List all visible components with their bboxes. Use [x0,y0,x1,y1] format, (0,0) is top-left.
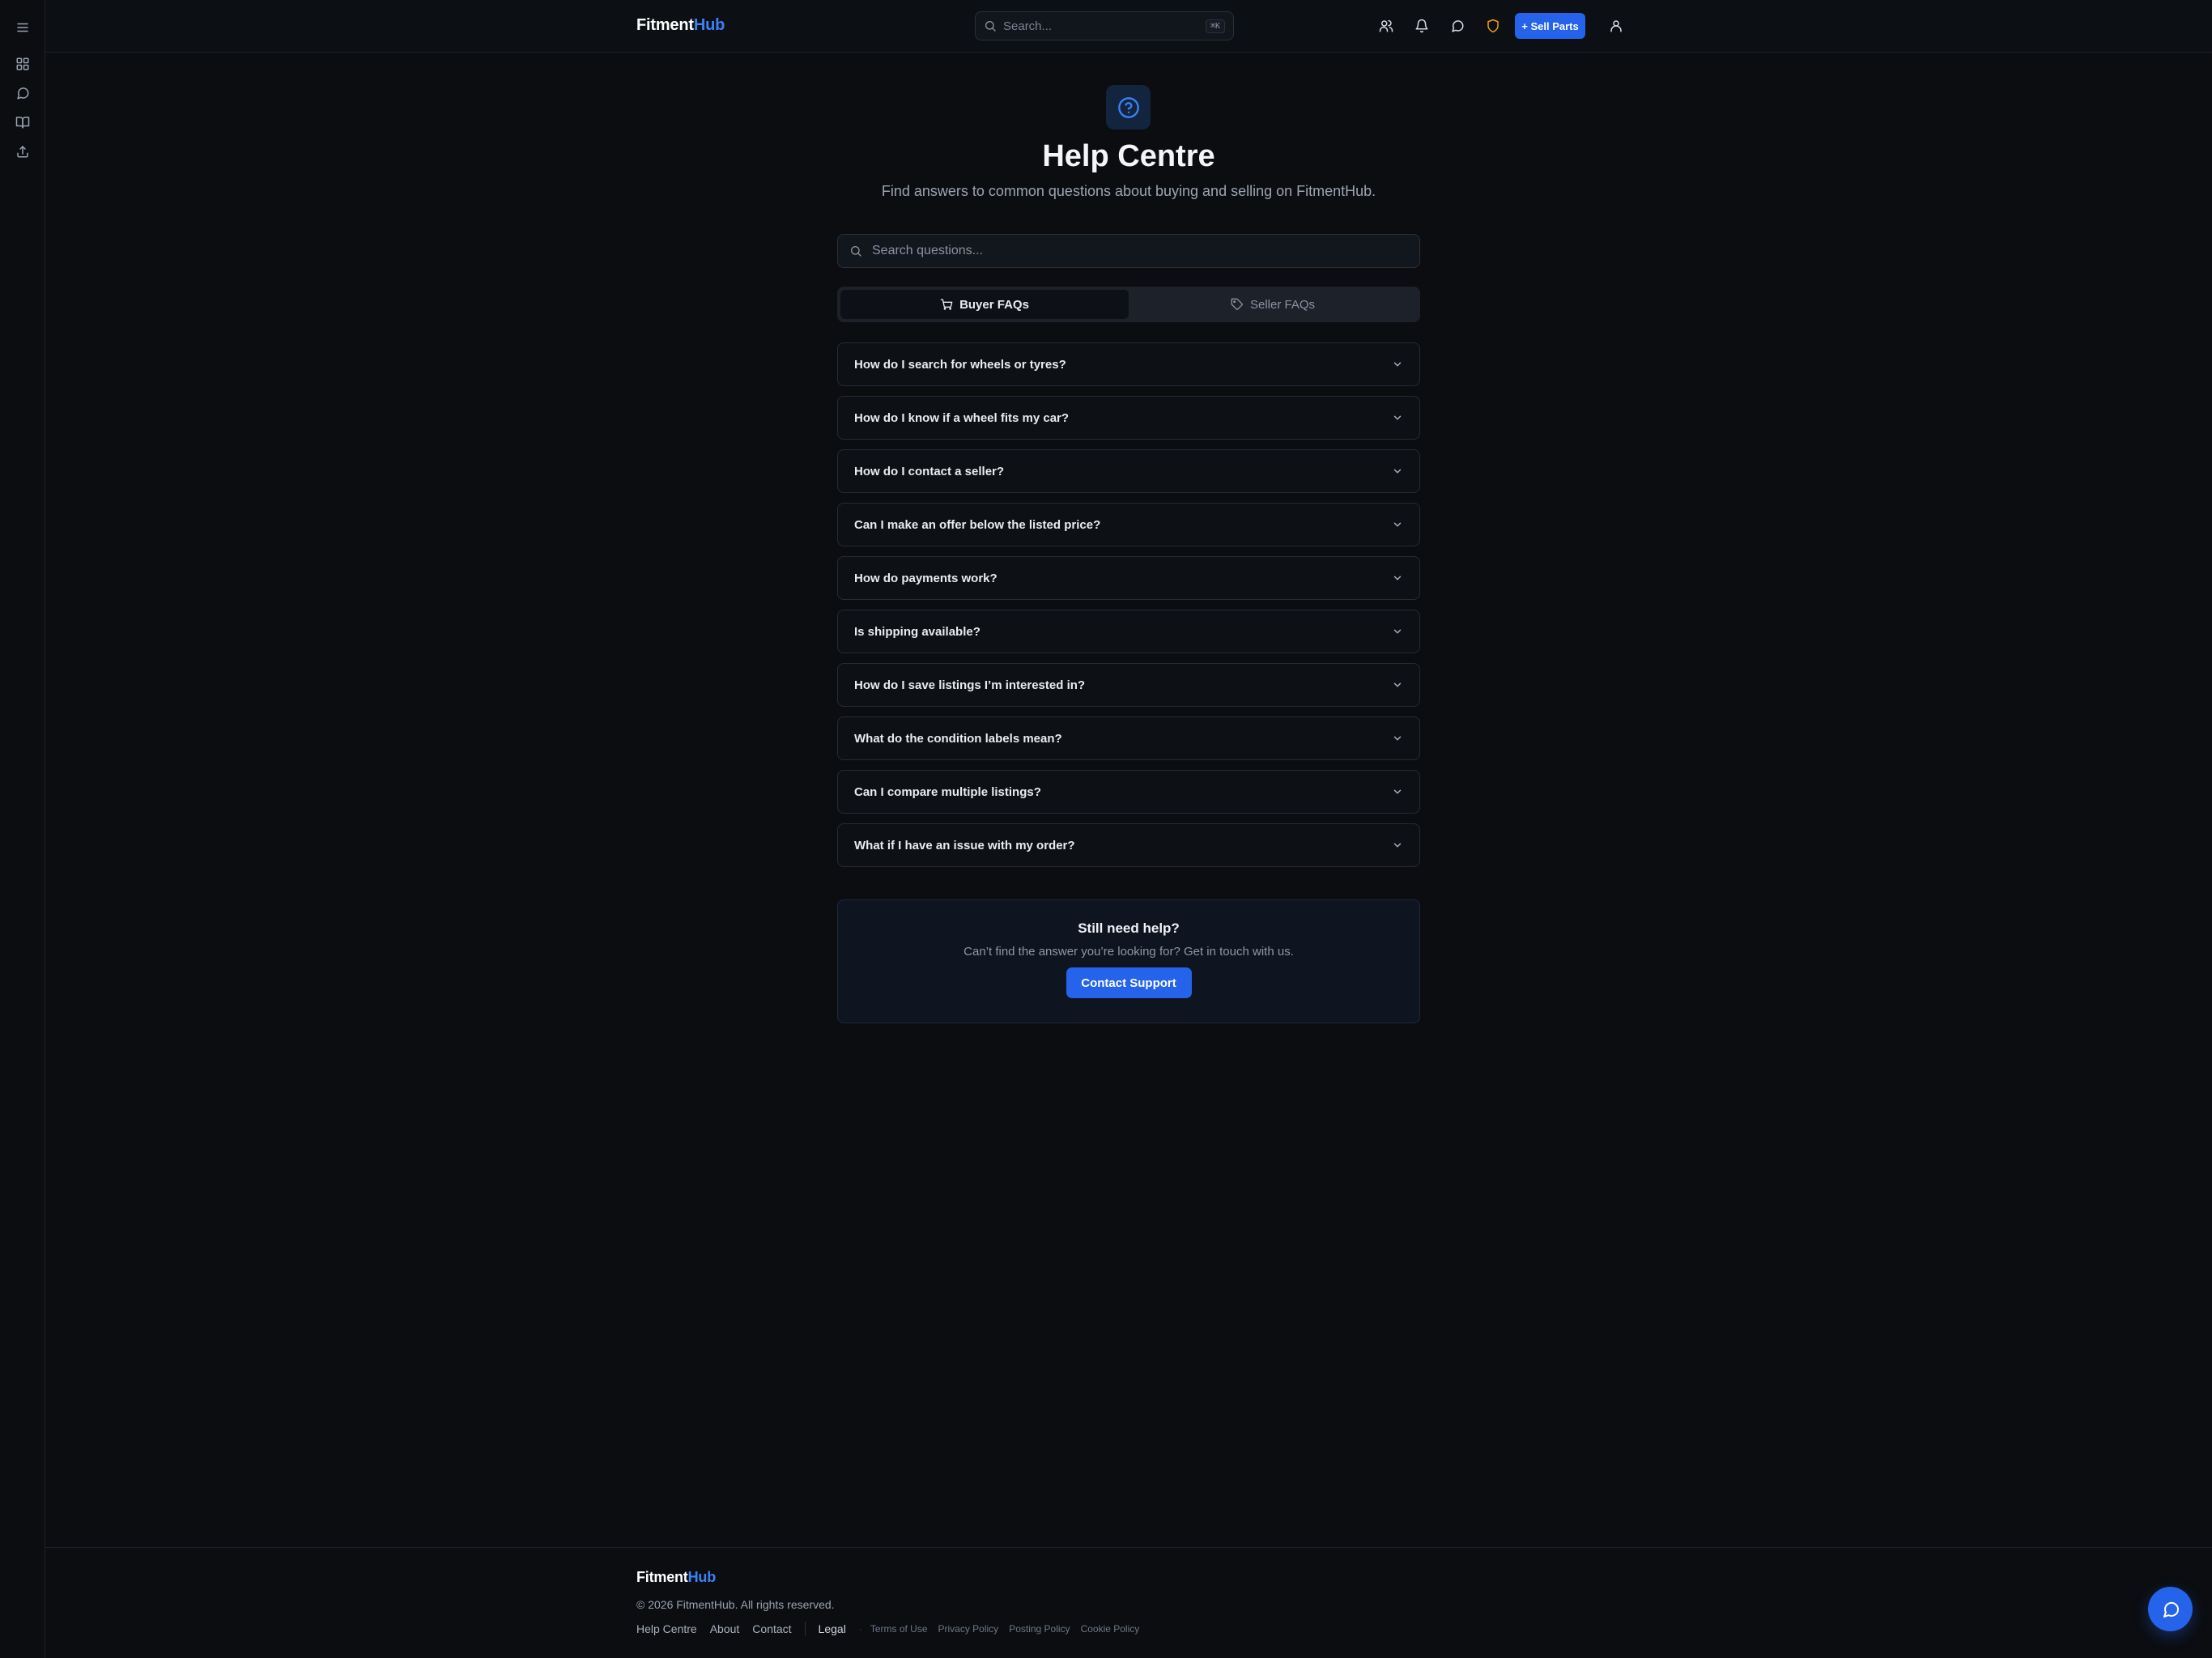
question-circle-icon [1117,96,1139,118]
chevron-down-icon [1393,843,1402,848]
footer-legal-label: Legal [818,1622,846,1635]
cart-icon [940,299,953,310]
chat-icon [2163,1601,2179,1618]
faq-item[interactable]: How do I search for wheels or tyres? [837,342,1420,386]
faq-search[interactable] [837,234,1420,268]
faq-item[interactable]: What if I have an issue with my order? [837,823,1420,867]
chevron-down-icon [1393,789,1402,794]
chevron-down-icon [1393,629,1402,634]
tag-icon [1231,298,1243,310]
still-need-help-card: Still need help? Can’t find the answer y… [837,899,1420,1023]
faq-tabs: Buyer FAQs Seller FAQs [837,287,1420,322]
chevron-down-icon [1393,576,1402,580]
logo[interactable]: FitmentHub [636,16,725,35]
tab-seller-faqs[interactable]: Seller FAQs [1129,290,1417,319]
message-icon[interactable] [1447,15,1468,36]
top-header: FitmentHub Search... ⌘K + Sell Parts [45,0,2212,53]
search-icon [985,21,996,32]
chevron-down-icon [1393,415,1402,420]
contact-support-button[interactable]: Contact Support [1066,967,1192,998]
faq-item[interactable]: How do I know if a wheel fits my car? [837,396,1420,440]
faq-search-input[interactable] [872,244,1408,258]
global-search[interactable]: Search... ⌘K [975,11,1234,40]
help-hero-icon [1106,85,1151,130]
shortcut-badge: ⌘K [1205,19,1225,33]
footer-divider [804,1622,806,1636]
upload-icon[interactable] [11,140,34,163]
footer-dot: · [858,1623,862,1635]
menu-icon[interactable] [11,16,34,39]
user-icon[interactable] [1606,15,1627,36]
footer-link-cookie[interactable]: Cookie Policy [1081,1623,1140,1635]
faq-item[interactable]: Can I compare multiple listings? [837,770,1420,814]
tab-buyer-faqs[interactable]: Buyer FAQs [840,290,1129,319]
footer-link-about[interactable]: About [710,1622,740,1635]
shield-icon[interactable] [1482,15,1504,36]
footer-link-help-centre[interactable]: Help Centre [636,1622,697,1635]
sell-parts-button[interactable]: + Sell Parts [1515,13,1585,39]
dashboard-icon[interactable] [11,53,34,75]
footer-link-contact[interactable]: Contact [752,1622,791,1635]
search-icon [851,246,861,257]
faq-item[interactable]: Is shipping available? [837,610,1420,653]
chevron-down-icon [1393,469,1402,474]
chat-fab-button[interactable] [2148,1587,2193,1631]
book-icon[interactable] [11,111,34,134]
help-card-text: Can’t find the answer you’re looking for… [963,945,1294,959]
faq-item[interactable]: How do I contact a seller? [837,449,1420,493]
faq-item[interactable]: How do I save listings I’m interested in… [837,663,1420,707]
footer-link-terms[interactable]: Terms of Use [870,1623,928,1635]
faq-item[interactable]: How do payments work? [837,556,1420,600]
users-icon[interactable] [1376,15,1397,36]
left-rail [0,0,45,1658]
faq-item[interactable]: Can I make an offer below the listed pri… [837,503,1420,546]
page-subtitle: Find answers to common questions about b… [881,183,1376,199]
chevron-down-icon [1393,522,1402,527]
bell-icon[interactable] [1411,15,1432,36]
help-card-heading: Still need help? [1078,920,1180,936]
faq-list: How do I search for wheels or tyres? How… [837,342,1420,877]
footer-logo[interactable]: FitmentHub [636,1569,716,1586]
faq-item[interactable]: What do the condition labels mean? [837,716,1420,760]
chevron-down-icon [1393,682,1402,687]
footer-link-posting[interactable]: Posting Policy [1009,1623,1070,1635]
footer-links: Help Centre About Contact Legal · Terms … [636,1622,1150,1636]
chevron-down-icon [1393,362,1402,367]
footer-link-privacy[interactable]: Privacy Policy [938,1623,999,1635]
page-title: Help Centre [1042,139,1215,173]
chevron-down-icon [1393,736,1402,741]
footer: FitmentHub © 2026 FitmentHub. All rights… [45,1547,2212,1658]
chat-icon[interactable] [11,82,34,104]
copyright: © 2026 FitmentHub. All rights reserved. [636,1598,835,1611]
search-placeholder: Search... [1003,19,1053,33]
